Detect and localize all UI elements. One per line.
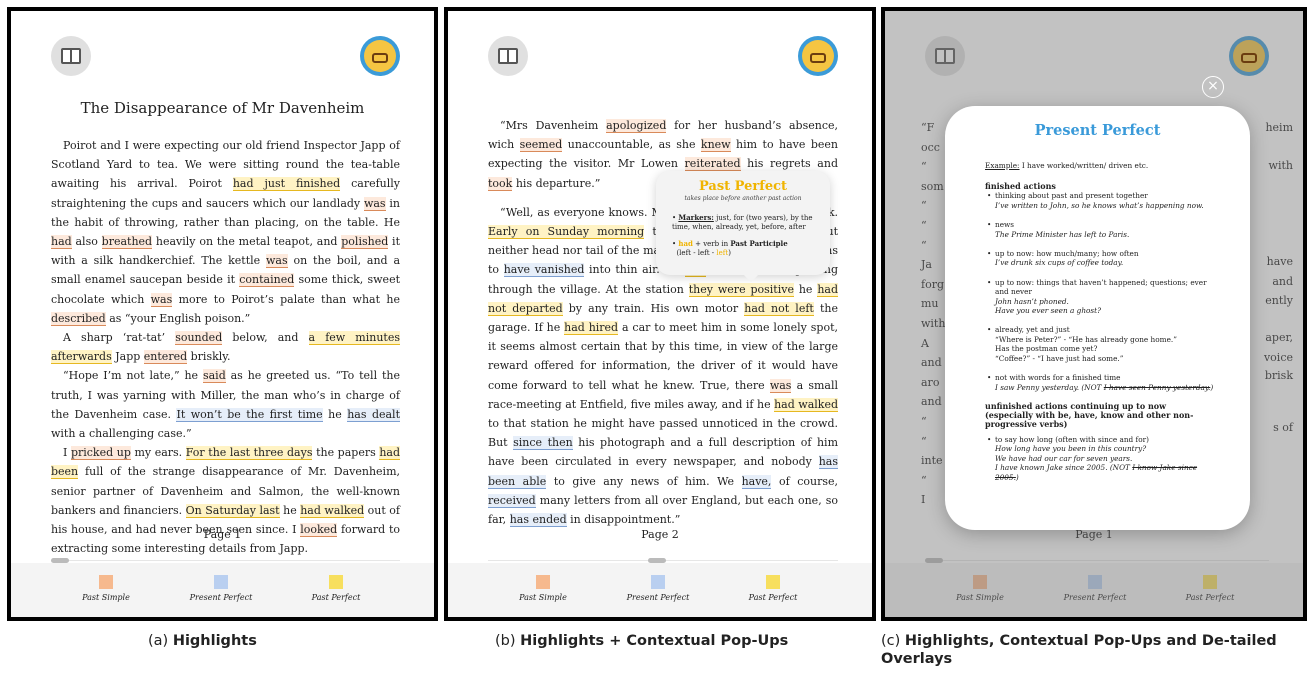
card-bullet: not with words for a finished time I saw… [985,373,1220,392]
book-icon[interactable] [488,36,528,76]
page-scrollbar[interactable] [51,558,400,563]
highlighted-phrase[interactable]: breathed [101,235,153,250]
highlighted-phrase[interactable]: had walked [300,503,365,518]
legend-label: Past Perfect [311,593,361,602]
paragraph: “Hope I’m not late,” he said as he greet… [51,369,400,441]
highlighted-phrase[interactable]: they were positive [688,282,794,297]
highlighted-phrase[interactable]: said [202,369,226,384]
highlighted-phrase[interactable]: took [488,176,513,191]
legend-label: Past Perfect [748,593,798,602]
popup-rule: • had + verb in Past Participle (left - … [672,239,788,257]
highlighted-phrase[interactable]: described [51,311,106,326]
reader-avatar-icon[interactable] [360,36,400,76]
highlighted-phrase[interactable]: was [266,254,288,269]
legend-past-simple[interactable]: Past Simple [498,575,588,602]
card-bullet-list: thinking about past and present together… [985,191,1220,363]
highlighted-phrase[interactable]: reiterated [684,157,741,172]
highlighted-phrase[interactable]: have, [741,474,772,489]
popup-title: Past Perfect [698,179,788,194]
card-bullet: up to now: how much/many; how oftenI’ve … [985,249,1220,268]
reader-panel-popups: “Mrs Davenheim apologized for her husban… [444,7,876,621]
card-section-heading: finished actions [985,181,1056,192]
legend-present-perfect[interactable]: Present Perfect [176,575,266,602]
caption-c: (c) Highlights, Contextual Pop-Ups and D… [881,633,1277,667]
highlighted-phrase[interactable]: knew [700,138,731,153]
highlighted-phrase[interactable]: seemed [519,138,563,153]
page-scrollbar[interactable] [488,558,838,563]
legend-present-perfect[interactable]: Present Perfect [613,575,703,602]
caption-b: (b) Highlights + Contextual Pop-Ups [495,633,789,649]
reader-panel-overlay: “F occ “som “““Ja forg mu with Aand aro and ““inte… [881,7,1307,621]
caption-a: (a) Highlights [148,633,257,649]
card-section-heading: unfinished actions continuing up to now(… [985,400,1194,429]
paragraph: Poirot and I were expecting our old frie… [51,139,400,326]
card-bullet: thinking about past and present together… [985,191,1220,210]
legend-past-perfect[interactable]: Past Perfect [728,575,818,602]
legend-label: Present Perfect [189,593,253,602]
paragraph: A sharp ‘rat-tat’ sounded below, and a f… [51,331,400,365]
highlighted-phrase[interactable]: since then [513,436,573,451]
book-icon[interactable] [51,36,91,76]
present-perfect-swatch [214,575,228,589]
highlighted-phrase[interactable]: It won’t be the first time [176,407,323,422]
past-simple-swatch [536,575,550,589]
card-example: Example: I have worked/written/ driven e… [985,161,1149,170]
highlighted-phrase[interactable]: was [150,292,173,307]
present-perfect-swatch [651,575,665,589]
highlighted-phrase[interactable]: had hired [564,321,619,336]
highlighted-phrase[interactable]: received [488,493,536,508]
highlighted-phrase[interactable]: On Saturday last [185,503,280,518]
card-bullet: to say how long (often with since and fo… [985,435,1220,482]
grammar-popup[interactable]: Past Perfect takes place before another … [656,171,830,283]
highlighted-phrase[interactable]: For the last three days [185,446,313,461]
highlighted-phrase[interactable]: had not left [744,301,814,316]
highlighted-phrase[interactable]: has ended [509,513,567,528]
highlighted-phrase[interactable]: have vanished [503,263,585,278]
popup-subtitle: takes place before another past action [684,195,802,202]
grammar-detail-card[interactable]: Present Perfect Example: I have worked/w… [945,106,1250,530]
close-icon[interactable]: × [1202,76,1224,98]
highlighted-phrase[interactable]: had just finished [232,177,341,192]
card-bullet: already, yet and just“Where is Peter?” -… [985,325,1220,363]
card-bullet: up to now: things that haven’t happened;… [985,278,1220,316]
legend-past-simple[interactable]: Past Simple [61,575,151,602]
highlighted-phrase[interactable]: entered [143,350,188,365]
book-title: The Disappearance of Mr Davenheim [80,99,365,117]
highlight-legend: Past Simple Present Perfect Past Perfect [11,563,434,617]
page-number: Page 1 [203,528,242,541]
reader-avatar-icon[interactable] [798,36,838,76]
highlighted-phrase[interactable]: Early on Sunday morning [488,225,645,240]
legend-label: Present Perfect [626,593,690,602]
card-title: Present Perfect [1034,122,1161,139]
paragraph: I pricked up my ears. For the last three… [51,446,401,556]
highlighted-phrase[interactable]: was [363,196,386,211]
highlighted-phrase[interactable]: has dealt [347,407,400,422]
card-body: Example: I have worked/written/ driven e… [985,161,1220,492]
highlighted-phrase[interactable]: polished [341,235,389,250]
highlighted-phrase[interactable]: had [51,235,72,250]
highlighted-phrase[interactable]: contained [239,273,295,288]
past-perfect-swatch [766,575,780,589]
highlighted-phrase[interactable]: apologized [606,119,667,133]
reader-panel-highlights: The Disappearance of Mr Davenheim Poirot… [7,7,438,621]
highlighted-phrase[interactable]: had walked [774,397,839,412]
highlighted-phrase[interactable]: sounded [175,331,223,346]
highlight-legend: Past Simple Present Perfect Past Perfect [448,563,872,617]
past-perfect-swatch [329,575,343,589]
highlighted-phrase[interactable]: was [769,378,792,393]
highlighted-phrase[interactable]: pricked up [70,446,131,461]
legend-label: Past Simple [82,593,130,602]
legend-past-perfect[interactable]: Past Perfect [291,575,381,602]
page-number: Page 2 [641,528,679,541]
past-simple-swatch [99,575,113,589]
popup-markers: • Markers: just, for (two years), by the… [672,213,813,231]
book-text: Poirot and I were expecting our old frie… [51,136,401,558]
legend-label: Past Simple [519,593,567,602]
card-bullet: newsThe Prime Minister has left to Paris… [985,220,1220,239]
